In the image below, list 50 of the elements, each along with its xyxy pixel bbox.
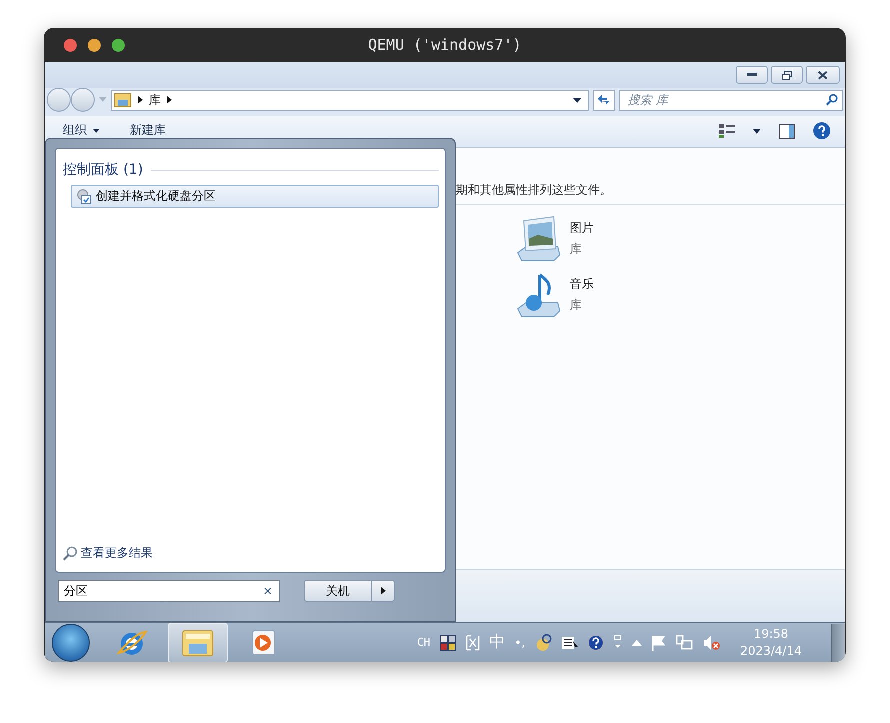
close-icon (818, 70, 828, 80)
close-button[interactable] (806, 66, 840, 84)
search-icon (63, 546, 78, 561)
show-desktop-button[interactable] (831, 624, 845, 662)
breadcrumb[interactable]: 库 (149, 92, 161, 106)
view-options-icon[interactable] (719, 124, 735, 138)
caret-icon (93, 128, 100, 132)
library-name[interactable]: 音乐 (570, 276, 594, 293)
palette-icon[interactable] (534, 634, 552, 652)
restore-icon (782, 70, 792, 80)
dropdown-caret-icon[interactable] (573, 98, 582, 102)
minimize-button[interactable] (88, 38, 101, 52)
zoom-button[interactable] (112, 38, 125, 52)
toolbar-button[interactable]: 新建库 (130, 122, 166, 139)
info-text: 期和其他属性排列这些文件。 (456, 182, 612, 199)
library-type: 库 (570, 297, 583, 314)
arrow-icon (380, 587, 386, 595)
refresh-icon (597, 94, 611, 106)
folder-icon (114, 92, 132, 108)
search-field[interactable]: 搜索 库 (619, 90, 843, 110)
help-icon[interactable] (588, 634, 604, 650)
help-icon[interactable] (813, 122, 831, 140)
minimize-icon (747, 73, 757, 77)
breadcrumb-arrow-icon[interactable] (167, 96, 172, 104)
music-library-icon (516, 271, 562, 319)
muted-speaker-icon[interactable] (703, 634, 722, 650)
library-type: 库 (570, 241, 583, 258)
clear-button[interactable]: × (262, 584, 273, 598)
library-name[interactable]: 图片 (570, 220, 594, 237)
close-button[interactable] (64, 38, 77, 52)
organize-menu[interactable]: 组织 (63, 122, 100, 139)
refresh-button[interactable] (593, 90, 615, 110)
search-field[interactable]: 分区 × (58, 580, 280, 602)
group-heading: 控制面板 (1) (63, 161, 144, 179)
see-more-results-link[interactable]: 查看更多结果 (81, 545, 153, 562)
window-title: QEMU ('windows7') (368, 36, 522, 54)
media-player-icon[interactable] (250, 628, 278, 656)
address-bar[interactable]: 库 (111, 90, 589, 110)
search-result[interactable]: 创建并格式化硬盘分区 (71, 185, 439, 208)
soft-keyboard-icon[interactable] (561, 634, 580, 650)
dropdown-caret-icon[interactable] (753, 128, 761, 134)
breadcrumb-arrow-icon[interactable] (138, 96, 143, 104)
picture-library-icon (516, 215, 562, 263)
start-button[interactable] (52, 624, 90, 662)
input-method-icon[interactable] (440, 634, 456, 650)
disk-management-icon (76, 188, 92, 204)
restore-button[interactable] (771, 66, 803, 84)
minimize-button[interactable] (736, 66, 768, 84)
preview-pane-icon[interactable] (779, 124, 795, 138)
search-icon (826, 94, 838, 106)
